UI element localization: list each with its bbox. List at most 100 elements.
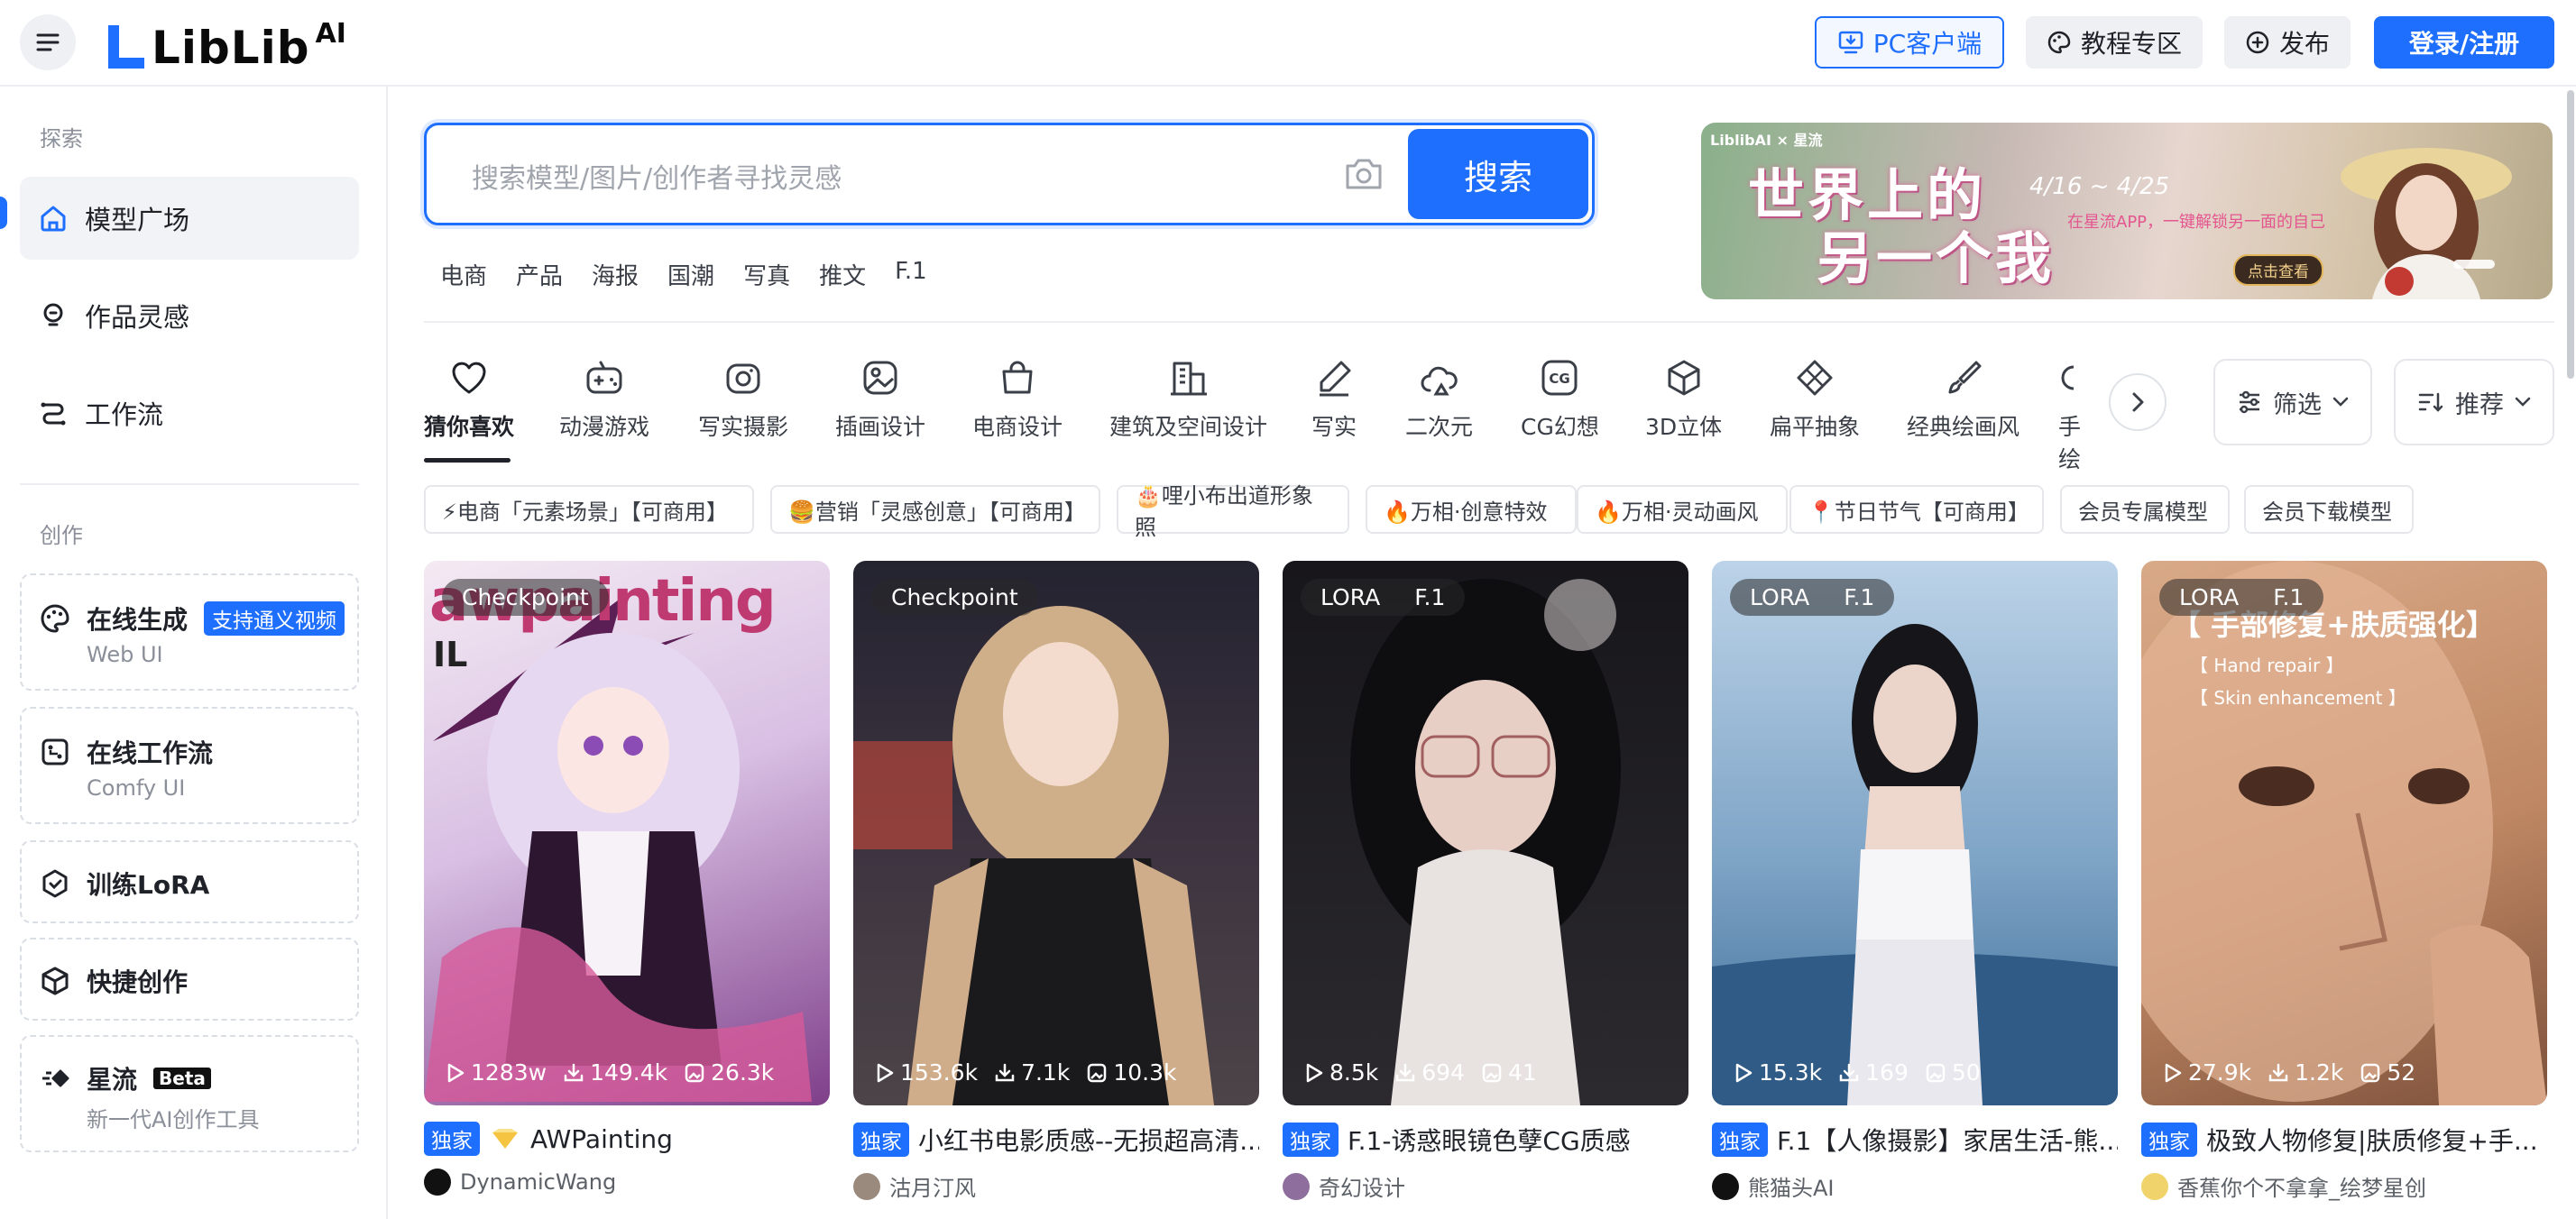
category-tab-hand-drawn[interactable]: 手绘 [2058,355,2094,474]
search-box[interactable]: 搜索模型/图片/创作者寻找灵感 搜索 [424,123,1595,225]
model-card[interactable]: LORA F.1 15.3k 169 50 独家 F.1【人像摄影】家居生活-熊.… [1712,561,2118,1202]
category-tab-flat-abstract[interactable]: 扁平抽象 [1770,355,1860,442]
workflow-icon [41,402,66,426]
banner-cta-button[interactable]: 点击查看 [2233,254,2323,286]
model-card[interactable]: LORA F.1 8.5k 694 41 独家 F.1-诱惑眼镜色孽CG质感 奇幻… [1283,561,1688,1202]
glasses-portrait [1350,579,1621,1105]
hot-tag[interactable]: 国潮 [667,258,714,291]
banner-pagination[interactable] [2453,260,2495,269]
sort-button[interactable]: 推荐 [2394,359,2554,445]
model-card-image[interactable]: awpainting IL Checkpoint 1283w 149.4k 26… [424,561,830,1105]
model-title[interactable]: AWPainting [530,1124,673,1154]
category-label: 二次元 [1405,414,1474,440]
gallery-icon [1088,1063,1107,1082]
model-title[interactable]: F.1【人像摄影】家居生活-熊... [1777,1122,2118,1158]
camera-search-icon[interactable] [1343,156,1385,192]
model-card-title-row: 独家 AWPainting [424,1122,830,1156]
model-author[interactable]: DynamicWang [424,1169,830,1196]
page-scrollbar[interactable] [2567,90,2574,379]
tool-train-lora[interactable]: 训练LoRA [20,840,359,923]
download-count: 169 [1865,1059,1909,1086]
topic-chip[interactable]: 📍节日节气【可商用】 [1789,485,2044,534]
category-tab-illustration[interactable]: 插画设计 [835,355,925,442]
model-card-image[interactable]: 【 手部修复+肤质强化】 【 Hand repair 】 【 Skin enha… [2141,561,2547,1105]
avatar [1283,1172,1310,1200]
model-title[interactable]: 小红书电影质感--无损超高清... [918,1122,1259,1158]
model-title[interactable]: 极致人物修复|肤质修复+手... [2206,1122,2538,1158]
image-icon [863,361,897,395]
portrait-photo [853,606,1214,1105]
shopping-bag-icon [1002,361,1033,394]
category-tab-classic-painting[interactable]: 经典绘画风 [1907,355,2019,442]
filter-sliders-icon [2240,390,2259,414]
model-card-image[interactable]: LORA F.1 15.3k 169 50 [1712,561,2118,1105]
tutorial-label: 教程专区 [2080,29,2182,59]
category-tab-cg-fantasy[interactable]: CG CG幻想 [1521,355,1599,442]
tool-sub: Web UI [87,642,163,667]
image-count: 26.3k [711,1059,775,1086]
category-tab-realistic[interactable]: 写实 [1311,355,1357,442]
model-type-tags: LORA F.1 [1301,579,1466,616]
publish-button[interactable]: 发布 [2224,16,2351,69]
plus-circle-icon [2246,31,2269,54]
category-tab-2d[interactable]: 二次元 [1405,355,1473,442]
model-card[interactable]: awpainting IL Checkpoint 1283w 149.4k 26… [424,561,830,1196]
topic-chip[interactable]: 🔥万相·灵动画风 [1577,485,1788,534]
sidebar-item-workflow[interactable]: 工作流 [20,371,359,454]
category-tab-3d[interactable]: 3D立体 [1645,355,1722,442]
search-input[interactable]: 搜索模型/图片/创作者寻找灵感 [472,156,842,196]
hot-tag[interactable]: 海报 [592,258,639,291]
category-label: CG幻想 [1521,414,1599,440]
topic-chip[interactable]: 会员专属模型 [2060,485,2230,534]
liblib-logo[interactable]: LibLib AI [105,16,346,70]
promo-banner[interactable]: LiblibAI × 星流 世界上的 另一个我 4/16 ~ 4/25 在星流A… [1701,123,2553,299]
sidebar-item-inspiration[interactable]: 作品灵感 [20,274,359,357]
category-tab-guess-you-like[interactable]: 猜你喜欢 [424,355,514,442]
sidebar-item-model-square[interactable]: 模型广场 [20,177,359,260]
pc-client-button[interactable]: PC客户端 [1815,16,2004,69]
topic-chip[interactable]: 🎂哩小布出道形象照 [1117,483,1349,540]
model-author[interactable]: 奇幻设计 [1283,1170,1688,1202]
model-author[interactable]: 熊猫头AI [1712,1170,2118,1202]
category-tab-photography[interactable]: 写实摄影 [698,355,788,442]
category-scroll-next-button[interactable] [2109,373,2167,431]
hot-tag[interactable]: 产品 [516,258,563,291]
search-button[interactable]: 搜索 [1408,129,1588,219]
tutorial-button[interactable]: 教程专区 [2026,16,2203,69]
hot-tag[interactable]: 推文 [819,258,866,291]
model-author[interactable]: 香蕉你个不拿拿_绘梦星创 [2141,1170,2547,1202]
tool-online-generate[interactable]: 在线生成 支持通义视频 Web UI [20,573,359,691]
topic-chip[interactable]: 🔥万相·创意特效 [1366,485,1577,534]
tool-quick-create[interactable]: 快捷创作 [20,938,359,1021]
publish-label: 发布 [2278,29,2330,59]
topic-chip[interactable]: ⚡电商「元素场景」【可商用】 [424,485,754,534]
category-tab-ecommerce[interactable]: 电商设计 [972,355,1063,442]
category-tab-anime-games[interactable]: 动漫游戏 [559,355,649,442]
topic-chip[interactable]: 🍔营销「灵感创意」【可商用】 [770,485,1100,534]
login-register-button[interactable]: 登录/注册 [2374,16,2554,69]
svg-text:CG: CG [1550,371,1570,387]
category-tab-architecture[interactable]: 建筑及空间设计 [1109,355,1267,442]
hot-tag[interactable]: 电商 [440,258,487,291]
gallery-icon [1926,1063,1946,1082]
topic-chip[interactable]: 会员下载模型 [2244,485,2414,534]
filter-button[interactable]: 筛选 [2213,359,2372,445]
gallery-icon [2361,1063,2380,1082]
model-card-image[interactable]: Checkpoint 153.6k 7.1k 10.3k [853,561,1259,1105]
exclusive-badge: 独家 [1283,1123,1339,1157]
model-author[interactable]: 沽月汀风 [853,1170,1259,1202]
exclusive-badge: 独家 [424,1122,480,1156]
author-name: 奇幻设计 [1319,1176,1405,1201]
model-card-image[interactable]: LORA F.1 8.5k 694 41 [1283,561,1688,1105]
play-icon [2165,1063,2182,1082]
avatar [2141,1172,2168,1200]
tool-xingliu[interactable]: 星流 Beta 新一代AI创作工具 [20,1035,359,1152]
tool-online-workflow[interactable]: 在线工作流 Comfy UI [20,707,359,824]
menu-button[interactable] [20,14,76,70]
hand-icon [2061,365,2075,390]
hot-tag[interactable]: F.1 [895,258,927,291]
model-card[interactable]: Checkpoint 153.6k 7.1k 10.3k 独家 小红书电影质感-… [853,561,1259,1202]
hot-tag[interactable]: 写真 [743,258,790,291]
model-title[interactable]: F.1-诱惑眼镜色孽CG质感 [1348,1122,1631,1158]
model-card[interactable]: 【 手部修复+肤质强化】 【 Hand repair 】 【 Skin enha… [2141,561,2547,1202]
